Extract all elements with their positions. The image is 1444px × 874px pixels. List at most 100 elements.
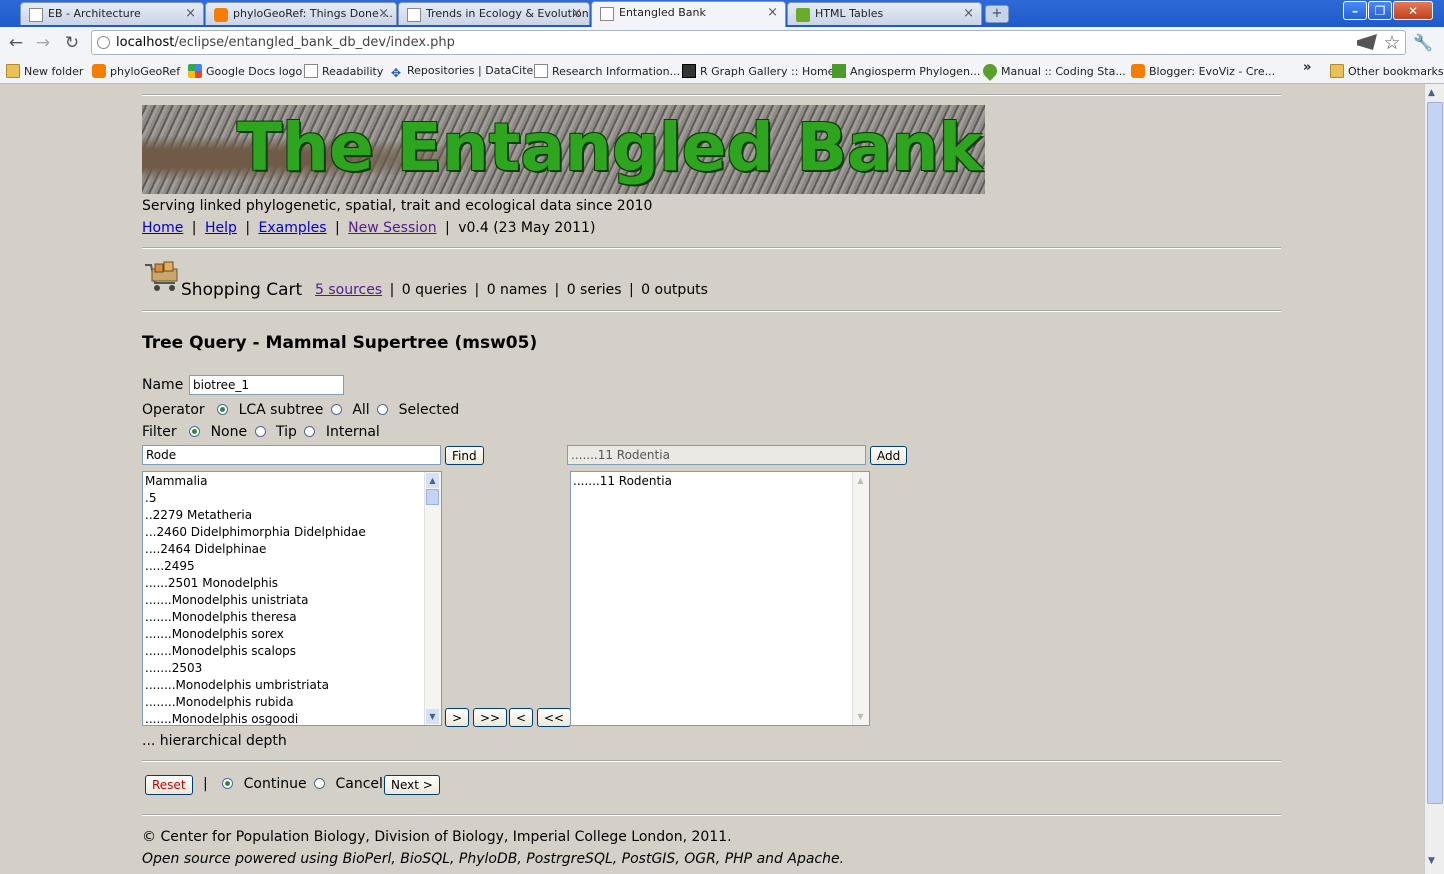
find-button[interactable]: Find — [445, 446, 484, 465]
actions-separator: | — [203, 776, 208, 792]
selected-node-item[interactable]: .......11 Rodentia — [571, 473, 869, 490]
operator-all-radio[interactable] — [330, 404, 342, 415]
other-bookmarks-label: Other bookmarks — [1348, 65, 1444, 78]
move-selected-right-button[interactable]: > — [445, 708, 470, 727]
bookmark-r-graph-gallery[interactable]: R Graph Gallery :: Home — [682, 64, 834, 78]
close-tab-icon[interactable]: × — [767, 5, 778, 20]
tree-node-item[interactable]: .......2503 — [143, 660, 441, 677]
tab-title: phyloGeoRef: Things Done ... — [233, 7, 393, 20]
help-link[interactable]: Help — [205, 220, 237, 236]
divider — [142, 247, 1281, 249]
filter-tip-radio[interactable] — [254, 426, 266, 437]
url-text[interactable]: localhost/eclipse/entangled_bank_db_dev/… — [116, 35, 455, 50]
move-all-left-button[interactable]: << — [537, 708, 572, 727]
home-link[interactable]: Home — [142, 220, 183, 236]
operator-selected-radio[interactable] — [377, 404, 389, 415]
move-all-right-button[interactable]: >> — [473, 708, 508, 727]
tree-node-list[interactable]: Mammalia .5 ..2279 Metatheria ...2460 Didel… — [142, 471, 442, 726]
tab-eb-architecture[interactable]: EB - Architecture × — [20, 2, 204, 25]
cancel-radio[interactable] — [314, 778, 326, 789]
tree-node-item[interactable]: ..2279 Metatheria — [143, 507, 441, 524]
bookmark-datacite[interactable]: ✥ Repositories | DataCite — [389, 64, 533, 80]
tree-node-item[interactable]: .......Monodelphis scalops — [143, 643, 441, 660]
tree-node-item[interactable]: .....2495 — [143, 558, 441, 575]
bookmark-research-information[interactable]: Research Information... — [534, 64, 680, 78]
tab-trends-ecology[interactable]: Trends in Ecology & Evolution × — [398, 2, 590, 25]
scroll-down-icon[interactable]: ▼ — [1428, 856, 1435, 866]
operator-lca-radio[interactable] — [217, 404, 229, 415]
scroll-down-icon[interactable]: ▼ — [854, 709, 867, 724]
reset-button[interactable]: Reset — [145, 775, 193, 795]
tab-strip: EB - Architecture × phyloGeoRef: Things … — [0, 0, 1444, 27]
add-button[interactable]: Add — [870, 446, 908, 465]
close-window-button[interactable]: ✕ — [1393, 1, 1433, 20]
forward-button[interactable]: → — [32, 32, 54, 54]
scroll-down-icon[interactable]: ▼ — [426, 709, 439, 724]
tab-html-tables[interactable]: HTML Tables × — [787, 2, 982, 25]
tree-node-item[interactable]: .......Monodelphis theresa — [143, 609, 441, 626]
close-tab-icon[interactable]: × — [571, 6, 582, 21]
examples-link[interactable]: Examples — [259, 220, 327, 236]
new-session-link[interactable]: New Session — [348, 220, 436, 236]
bookmarks-overflow-chevron-icon[interactable]: » — [1303, 60, 1311, 75]
tree-list-scrollbar[interactable]: ▲ ▼ — [424, 472, 441, 725]
page-action-icon[interactable] — [1357, 34, 1377, 50]
tree-node-item[interactable]: ........Monodelphis rubida — [143, 694, 441, 711]
minimize-button[interactable]: – — [1343, 1, 1367, 20]
filter-internal-radio[interactable] — [304, 426, 316, 437]
reload-button[interactable]: ↻ — [61, 32, 83, 54]
scroll-thumb[interactable] — [426, 489, 439, 505]
shopping-cart-icon — [145, 261, 178, 291]
scroll-up-icon[interactable]: ▲ — [1428, 88, 1435, 98]
tree-node-item[interactable]: Mammalia — [143, 473, 441, 490]
footer-copyright: © Center for Population Biology, Divisio… — [142, 829, 732, 845]
page-icon — [407, 8, 421, 22]
next-button[interactable]: Next > — [384, 775, 440, 795]
selected-list-scrollbar[interactable]: ▲ ▼ — [852, 472, 869, 725]
tree-node-item[interactable]: ........Monodelphis umbristriata — [143, 677, 441, 694]
bookmarks-bar: New folder phyloGeoRef Google Docs logo … — [0, 59, 1444, 84]
scroll-up-icon[interactable]: ▲ — [854, 473, 867, 488]
star-icon[interactable]: ☆ — [1381, 32, 1403, 54]
bookmark-manual-coding[interactable]: Manual :: Coding Sta... — [980, 61, 1126, 81]
page-scrollbar[interactable]: ▲ ▼ — [1424, 84, 1444, 874]
tree-node-item[interactable]: .......Monodelphis unistriata — [143, 592, 441, 609]
name-input[interactable] — [189, 375, 344, 395]
tree-node-item[interactable]: ...2460 Didelphimorphia Didelphidae — [143, 524, 441, 541]
new-tab-button[interactable]: + — [985, 5, 1009, 23]
operator-row: Operator LCA subtree All Selected — [142, 402, 459, 418]
bookmark-readability[interactable]: Readability — [304, 64, 383, 78]
tab-phylogeoref[interactable]: phyloGeoRef: Things Done ... × — [205, 2, 397, 25]
maximize-button[interactable]: ❐ — [1368, 1, 1392, 20]
folder-icon — [1330, 64, 1344, 78]
selected-node-list[interactable]: .......11 Rodentia ▲ ▼ — [570, 471, 870, 726]
bookmark-new-folder[interactable]: New folder — [6, 64, 83, 78]
close-tab-icon[interactable]: × — [378, 6, 389, 21]
continue-radio[interactable] — [222, 778, 234, 789]
wrench-icon[interactable]: 🔧 — [1412, 32, 1434, 54]
blogger-icon — [1131, 64, 1145, 78]
tab-entangled-bank[interactable]: Entangled Bank × — [591, 1, 786, 27]
selected-node-input[interactable] — [567, 445, 866, 465]
tree-search-input[interactable] — [142, 445, 441, 465]
address-bar[interactable]: localhost/eclipse/entangled_bank_db_dev/… — [91, 30, 1406, 55]
filter-none-radio[interactable] — [189, 426, 201, 437]
tree-node-item[interactable]: ......2501 Monodelphis — [143, 575, 441, 592]
page-scroll-thumb[interactable] — [1427, 102, 1443, 804]
close-tab-icon[interactable]: × — [185, 6, 196, 21]
bookmark-phylogeoref[interactable]: phyloGeoRef — [92, 64, 180, 78]
bookmark-blogger-evoviz[interactable]: Blogger: EvoViz - Cre... — [1131, 64, 1275, 78]
bookmark-google-docs-logo[interactable]: Google Docs logo — [188, 64, 302, 78]
move-selected-left-button[interactable]: < — [509, 708, 534, 727]
tree-node-item[interactable]: .......Monodelphis sorex — [143, 626, 441, 643]
bookmark-angiosperm[interactable]: Angiosperm Phylogen... — [832, 64, 980, 78]
cart-sources-link[interactable]: 5 sources — [315, 282, 382, 298]
scroll-up-icon[interactable]: ▲ — [426, 473, 439, 488]
actions-row: | Continue Cancel — [203, 776, 383, 792]
tree-node-item[interactable]: .5 — [143, 490, 441, 507]
close-tab-icon[interactable]: × — [963, 6, 974, 21]
tree-node-item[interactable]: ....2464 Didelphinae — [143, 541, 441, 558]
back-button[interactable]: ← — [5, 32, 27, 54]
tree-node-item[interactable]: .......Monodelphis osgoodi — [143, 711, 441, 725]
other-bookmarks[interactable]: Other bookmarks — [1330, 64, 1444, 78]
